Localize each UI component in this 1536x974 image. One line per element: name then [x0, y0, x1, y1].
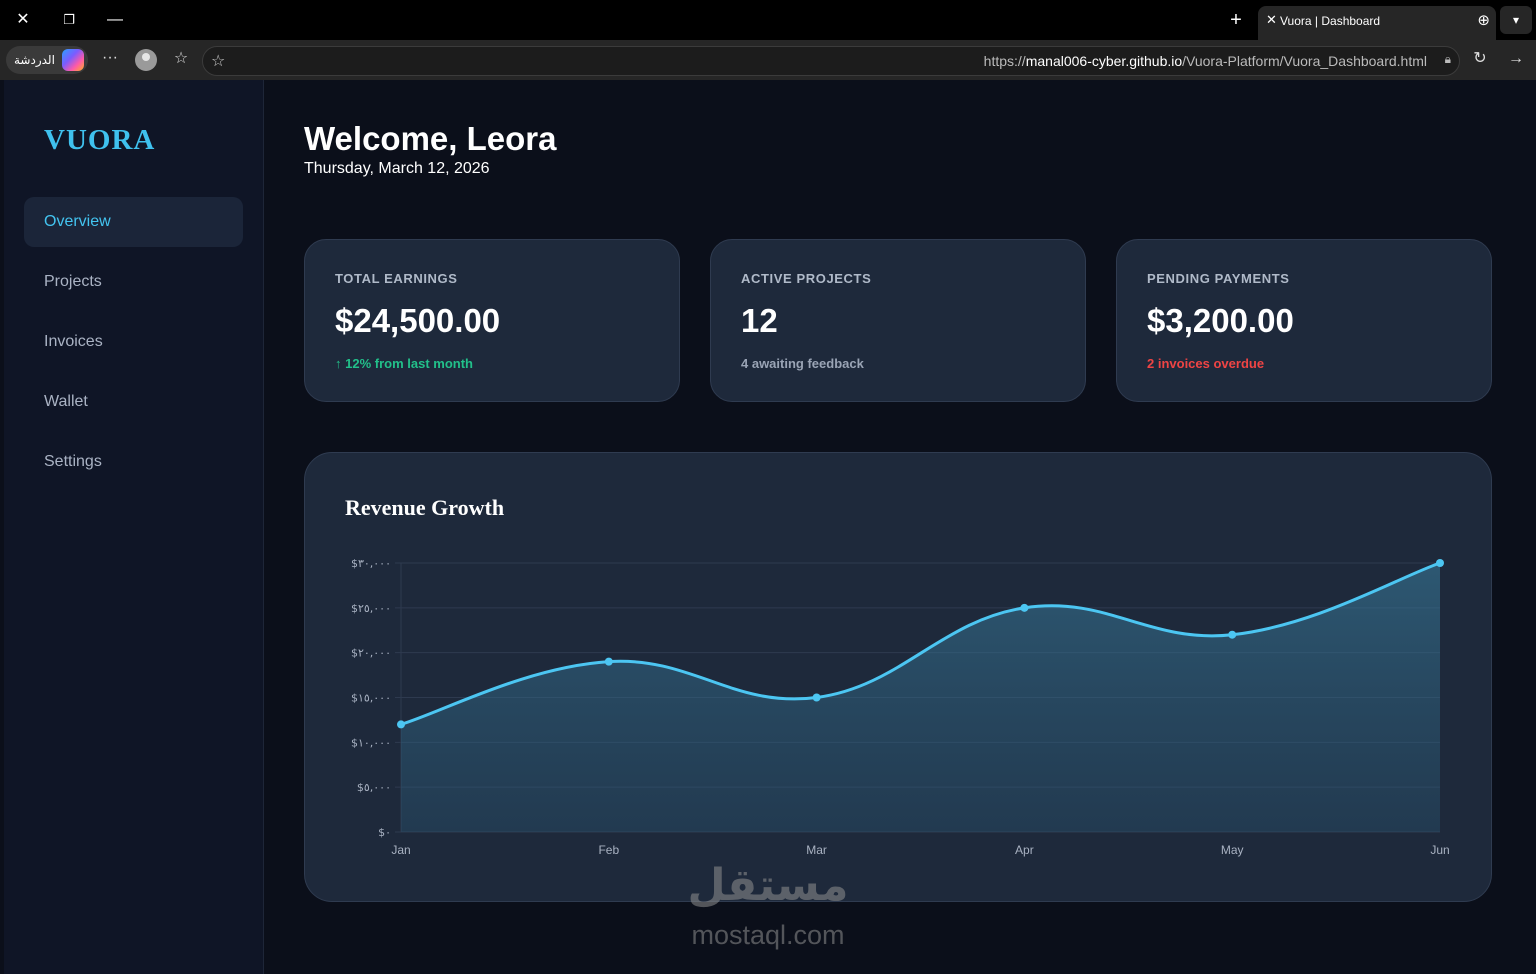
profile-avatar-icon[interactable]: [135, 49, 157, 71]
data-point: [1228, 630, 1237, 639]
stat-value: $24,500.00: [335, 302, 501, 339]
window-minimize-icon[interactable]: —: [101, 6, 129, 34]
forward-arrow-icon[interactable]: →: [1505, 49, 1527, 71]
mostaql-watermark: مستقل mostaql.com: [672, 860, 864, 960]
stat-value: $3,200.00: [1147, 302, 1294, 339]
area-fill: [401, 563, 1440, 832]
x-tick-label: May: [1221, 843, 1244, 857]
bookmark-star-icon[interactable]: ☆: [211, 51, 225, 71]
tab-list-chevron-icon[interactable]: ▾: [1500, 6, 1532, 34]
x-tick-label: Apr: [1015, 843, 1034, 857]
sidebar-item-projects[interactable]: Projects: [24, 257, 243, 307]
browser-tab-bar: ✕ ❐ — + ✕ Vuora | Dashboard ⊕ ▾: [0, 0, 1536, 40]
data-point: [812, 693, 821, 702]
y-tick-label: $٢٥,٠٠٠: [351, 602, 391, 615]
more-options-icon[interactable]: ···: [99, 48, 121, 70]
revenue-chart-card: Revenue Growth $٠ $٥,٠٠٠ $١٠,٠٠٠ $١٥,٠٠٠ $٢٠…: [304, 452, 1492, 902]
main-content: Welcome, Leora Thursday, March 12, 2026 …: [264, 80, 1536, 974]
copilot-label: الدردشة: [14, 53, 55, 67]
y-tick-label: $٥,٠٠٠: [357, 781, 391, 794]
tab-close-icon[interactable]: ✕: [1266, 12, 1277, 28]
refresh-icon[interactable]: ↻: [1469, 49, 1491, 71]
x-tick-label: Mar: [806, 843, 827, 857]
window-restore-icon[interactable]: ❐: [55, 6, 83, 34]
new-tab-button[interactable]: +: [1222, 6, 1250, 34]
stat-label: TOTAL EARNINGS: [335, 271, 458, 286]
y-tick-label: $١٥,٠٠٠: [351, 692, 391, 705]
stat-card-pending-payments: PENDING PAYMENTS $3,200.00 2 invoices ov…: [1116, 239, 1492, 402]
y-tick-label: $٢٠,٠٠٠: [351, 647, 391, 660]
app-logo[interactable]: VUORA: [44, 124, 155, 157]
favorites-icon[interactable]: ☆: [170, 49, 192, 71]
url-input[interactable]: ☆ https://manal006-cyber.github.io/Vuora…: [202, 46, 1460, 76]
globe-icon: ⊕: [1477, 12, 1490, 29]
stat-label: PENDING PAYMENTS: [1147, 271, 1290, 286]
stat-card-active-projects: ACTIVE PROJECTS 12 4 awaiting feedback: [710, 239, 1086, 402]
y-tick-label: $١٠,٠٠٠: [351, 736, 391, 749]
sidebar-item-overview[interactable]: Overview: [24, 197, 243, 247]
current-date: Thursday, March 12, 2026: [304, 160, 490, 177]
stat-card-total-earnings: TOTAL EARNINGS $24,500.00 ↑ 12% from las…: [304, 239, 680, 402]
data-point: [1436, 559, 1444, 567]
revenue-chart: $٠ $٥,٠٠٠ $١٠,٠٠٠ $١٥,٠٠٠ $٢٠,٠٠٠ $٢٥,٠٠٠ $٣٠,…: [351, 557, 1450, 857]
tab-title: Vuora | Dashboard: [1280, 14, 1381, 28]
watermark-latin-text: mostaql.com: [691, 920, 845, 950]
sidebar-item-wallet[interactable]: Wallet: [24, 377, 243, 427]
stat-note: ↑ 12% from last month: [335, 356, 473, 371]
url-text: https://manal006-cyber.github.io/Vuora-P…: [983, 53, 1427, 69]
watermark-arabic-text: مستقل: [687, 861, 849, 910]
data-point: [604, 657, 613, 666]
sidebar-item-invoices[interactable]: Invoices: [24, 317, 243, 367]
x-tick-label: Jan: [391, 843, 410, 857]
page-title: Welcome, Leora: [304, 120, 557, 157]
copilot-chat-button[interactable]: الدردشة: [6, 46, 88, 74]
stat-value: 12: [741, 302, 778, 339]
stat-note: 4 awaiting feedback: [741, 356, 864, 371]
data-point: [397, 720, 405, 729]
sidebar: VUORA Overview Projects Invoices Wallet …: [4, 80, 264, 974]
y-tick-label: $٣٠,٠٠٠: [351, 557, 391, 570]
lock-icon[interactable]: 🔒︎: [1445, 52, 1451, 67]
stat-note: 2 invoices overdue: [1147, 356, 1265, 371]
sidebar-item-settings[interactable]: Settings: [24, 437, 243, 487]
browser-tab[interactable]: ✕ Vuora | Dashboard ⊕: [1258, 6, 1496, 40]
data-point: [1020, 603, 1029, 612]
y-tick-label: $٠: [378, 826, 391, 839]
window-close-icon[interactable]: ✕: [9, 6, 37, 34]
stat-label: ACTIVE PROJECTS: [741, 271, 872, 286]
x-tick-label: Jun: [1430, 843, 1449, 857]
copilot-icon: [62, 49, 84, 71]
x-tick-label: Feb: [598, 843, 619, 857]
